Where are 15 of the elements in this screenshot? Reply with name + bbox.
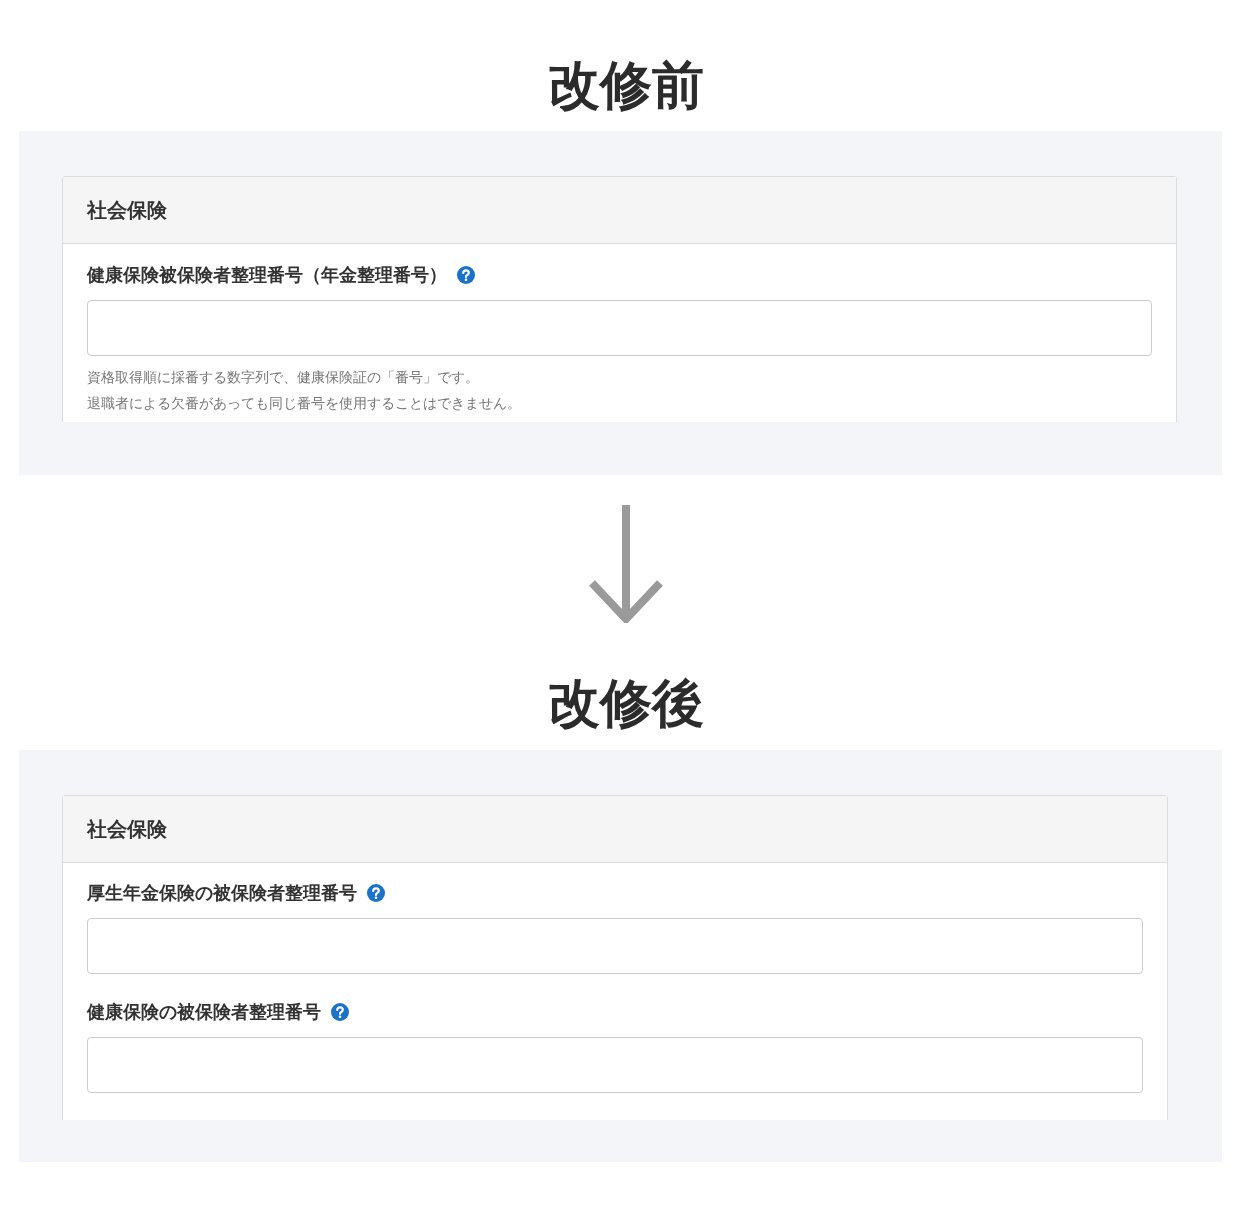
section-heading: 改修前 (547, 54, 705, 115)
card-title: 社会保険 (87, 815, 167, 843)
field-label: 健康保険の被保険者整理番号 (87, 1001, 321, 1023)
input-field[interactable] (87, 918, 1143, 974)
help-icon[interactable] (457, 266, 475, 284)
help-icon[interactable] (367, 884, 385, 902)
input-field[interactable] (87, 300, 1152, 356)
help-icon[interactable] (331, 1003, 349, 1021)
input-field[interactable] (87, 1037, 1143, 1093)
down-arrow-icon (589, 505, 663, 623)
card-title: 社会保険 (87, 196, 167, 224)
field-label: 健康保険被保険者整理番号（年金整理番号） (87, 264, 447, 286)
field-hint: 資格取得順に採番する数字列で、健康保険証の「番号」です。 退職者による欠番があっても同じ番号を使用することはできません。 (87, 368, 522, 413)
field-label: 厚生年金保険の被保険者整理番号 (87, 882, 357, 904)
section-heading: 改修後 (547, 673, 705, 733)
